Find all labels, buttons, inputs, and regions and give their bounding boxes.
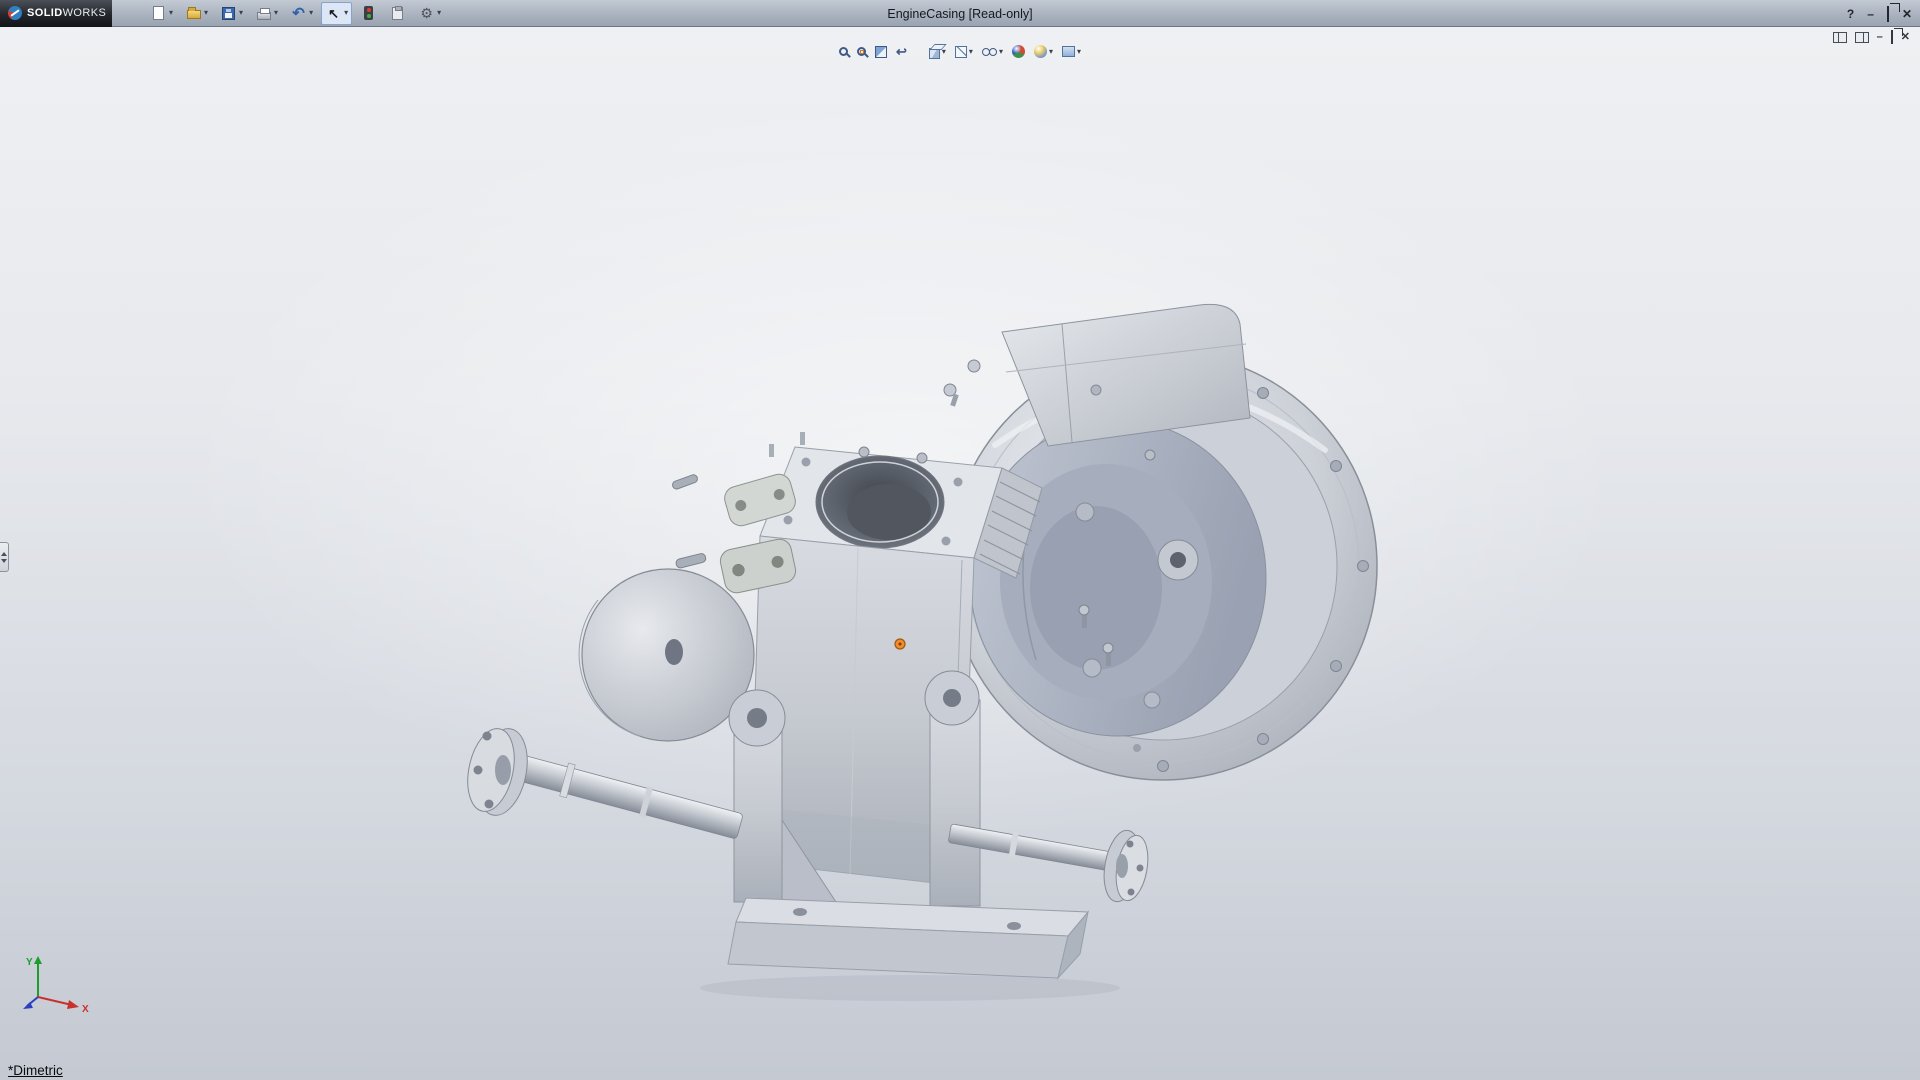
top-cover-assembly[interactable] (944, 304, 1250, 446)
engine-casing-model[interactable] (0, 0, 1920, 1080)
triad-y-label: Y (26, 957, 33, 968)
view-orientation-label: *Dimetric (8, 1063, 63, 1078)
orientation-triad: Y X (14, 951, 98, 1017)
base-plate[interactable] (728, 898, 1088, 978)
selection-point-center (899, 643, 902, 646)
left-shaft[interactable] (461, 724, 745, 843)
solidworks-window: SOLIDWORKS ▾ ▾ ▾ ▾ ↶ ▾ (0, 0, 1920, 1080)
crank-disc[interactable] (579, 569, 754, 741)
triad-x-label: X (82, 1004, 89, 1015)
